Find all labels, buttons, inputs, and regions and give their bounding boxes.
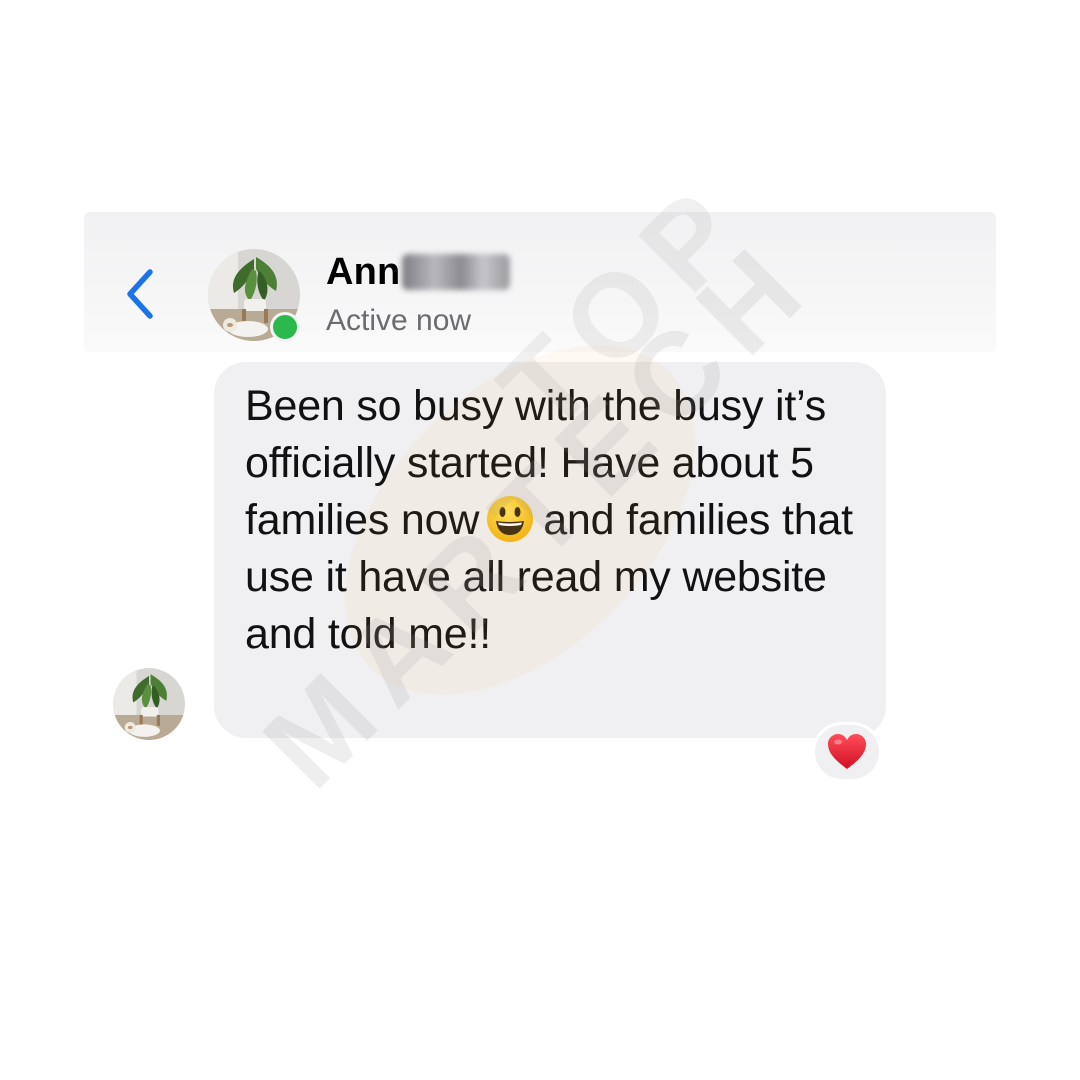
contact-name-row[interactable]: Ann	[326, 248, 511, 296]
contact-name: Ann	[326, 250, 401, 293]
smiley-emoji-icon	[485, 494, 535, 544]
heart-reaction[interactable]	[812, 722, 882, 782]
back-button[interactable]	[122, 264, 162, 324]
sender-avatar[interactable]	[113, 668, 185, 740]
chevron-left-icon	[127, 269, 153, 319]
redacted-name-blur	[402, 254, 511, 290]
presence-status: Active now	[326, 304, 472, 337]
chat-screen: Ann Active now Been so busy with the bus…	[0, 0, 1080, 1080]
chat-header: Ann Active now	[84, 212, 996, 352]
message-bubble[interactable]: Been so busy with the busy it’s official…	[214, 362, 886, 738]
online-status-dot	[270, 312, 300, 342]
message-text: Been so busy with the busy it’s official…	[245, 378, 856, 663]
avatar-photo-small	[113, 668, 185, 740]
heart-icon	[828, 734, 866, 769]
